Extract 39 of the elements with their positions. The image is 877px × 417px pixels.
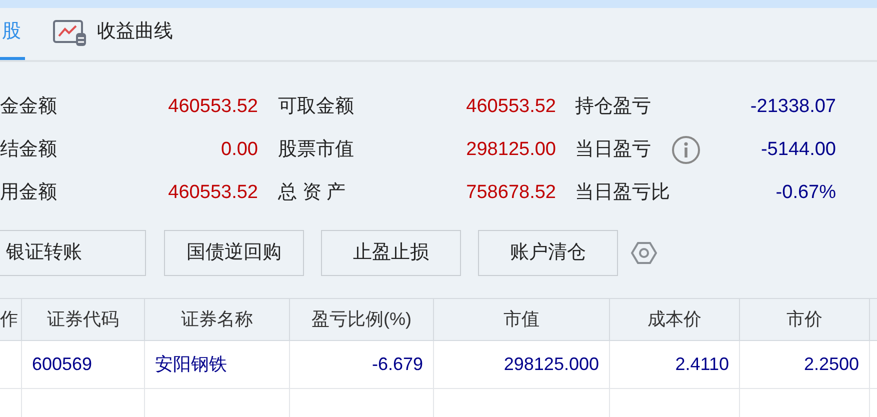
field-value: 298125.00	[466, 138, 556, 162]
table-cell-text: 600569	[32, 353, 92, 376]
field-label: 股票市值	[278, 138, 354, 162]
column-header[interactable]: 盈亏比例(%)	[290, 299, 434, 340]
column-header[interactable]: 证券代码	[22, 299, 145, 340]
field-value: 460553.52	[466, 94, 556, 119]
field-value: 758678.52	[466, 180, 556, 205]
field-label: 当日盈亏	[575, 138, 651, 162]
table-cell-text: 2.2500	[804, 353, 859, 376]
field-label: 金金额	[0, 94, 57, 119]
field-value: -0.67%	[776, 180, 836, 205]
field-label: 总 资 产	[278, 180, 346, 205]
action-button[interactable]: 账户清仓	[478, 230, 618, 276]
table-cell-text: 298125.000	[504, 353, 599, 376]
column-header[interactable]: 作	[0, 299, 22, 340]
table-cell-text: 安阳钢铁	[155, 353, 227, 376]
field-label: 可取金额	[278, 94, 354, 119]
field-value: -21338.07	[750, 94, 836, 119]
field-label: 结金额	[0, 138, 57, 162]
column-header[interactable]: 成本价	[610, 299, 740, 340]
field-label: 用金额	[0, 180, 57, 205]
field-value: 0.00	[221, 138, 258, 162]
field-value: 460553.52	[168, 94, 258, 119]
field-label: 当日盈亏比	[575, 180, 670, 205]
line-chart-icon	[53, 18, 87, 46]
info-icon[interactable]	[671, 135, 701, 165]
action-button[interactable]: 银证转账	[0, 230, 146, 276]
field-label: 持仓盈亏	[575, 94, 651, 119]
hexagon-icon[interactable]	[631, 240, 657, 266]
column-header[interactable]: 市价	[740, 299, 870, 340]
action-button[interactable]: 止盈止损	[321, 230, 461, 276]
action-button[interactable]: 国债逆回购	[164, 230, 304, 276]
column-header[interactable]: 证券名称	[145, 299, 290, 340]
field-value: 460553.52	[168, 180, 258, 205]
column-header[interactable]: 市值	[434, 299, 610, 340]
field-value: -5144.00	[760, 138, 836, 162]
table-cell-text: -6.679	[372, 353, 423, 376]
tab[interactable]: 收益曲线	[49, 8, 177, 60]
table-cell-text: 2.4110	[675, 353, 729, 376]
